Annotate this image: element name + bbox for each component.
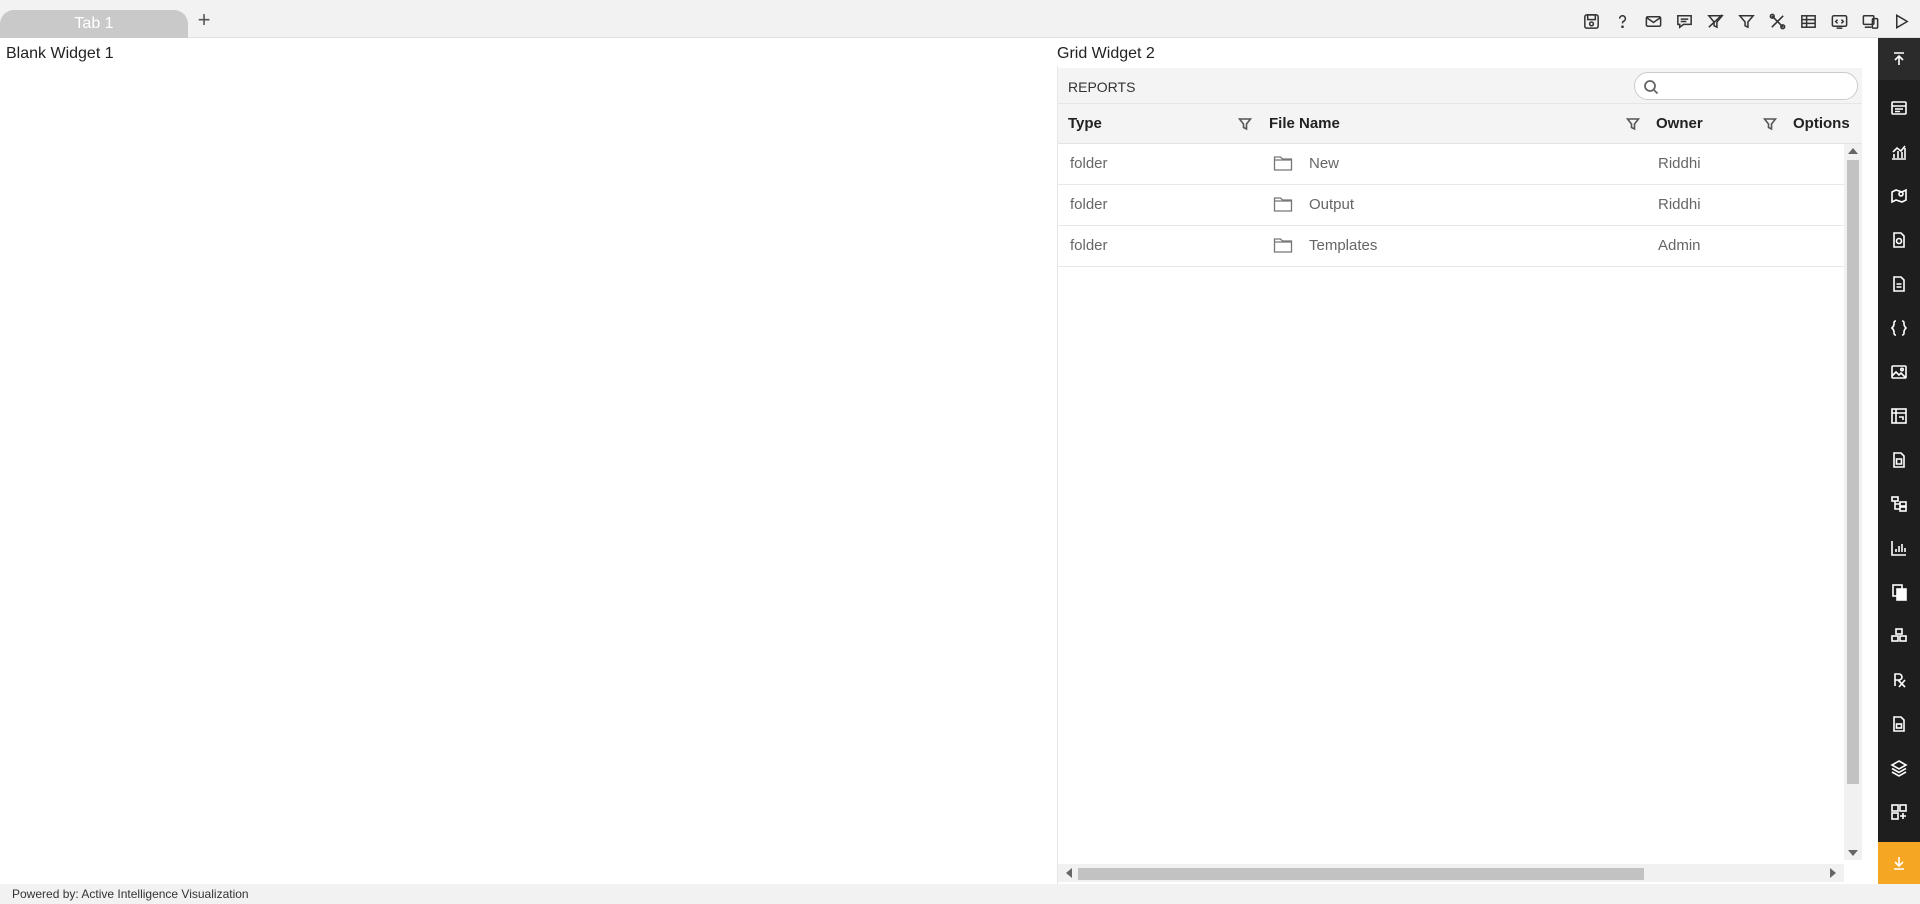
scroll-thumb[interactable] <box>1847 160 1859 784</box>
cell-type: folder <box>1070 155 1108 172</box>
footer: Powered by: Active Intelligence Visualiz… <box>0 884 1920 904</box>
tab-1[interactable]: Tab 1 <box>0 10 188 38</box>
copy-icon[interactable] <box>1878 574 1920 610</box>
download-icon[interactable] <box>1878 842 1920 884</box>
add-tab-button[interactable]: + <box>193 9 215 31</box>
column-header-type[interactable]: Type <box>1068 115 1102 132</box>
filter-icon[interactable] <box>1237 117 1253 131</box>
filter-icon[interactable] <box>1625 117 1641 131</box>
filter-icon[interactable] <box>1762 117 1778 131</box>
cubes-icon[interactable] <box>1878 618 1920 654</box>
image-icon[interactable] <box>1878 354 1920 390</box>
cell-owner: Admin <box>1658 237 1701 254</box>
table-icon[interactable] <box>1797 10 1819 32</box>
help-icon[interactable] <box>1611 10 1633 32</box>
cell-type: folder <box>1070 196 1108 213</box>
footer-text: Powered by: Active Intelligence Visualiz… <box>12 887 249 901</box>
top-bar: Tab 1 + <box>0 0 1920 38</box>
cell-file-name[interactable]: New <box>1309 155 1339 172</box>
column-header-options: Options <box>1793 115 1850 132</box>
column-header-owner[interactable]: Owner <box>1656 115 1703 132</box>
column-header-row: Type File Name Owner Options <box>1058 104 1862 144</box>
column-header-file-name[interactable]: File Name <box>1269 115 1340 132</box>
scroll-thumb[interactable] <box>1078 868 1644 880</box>
folder-icon <box>1273 195 1293 213</box>
table-row[interactable]: folder New Riddhi <box>1058 144 1844 185</box>
email-icon[interactable] <box>1642 10 1664 32</box>
grid-widget-title: Grid Widget 2 <box>1057 45 1155 62</box>
bar-chart-icon[interactable] <box>1878 530 1920 566</box>
search-box[interactable] <box>1634 72 1858 100</box>
cell-file-name[interactable]: Output <box>1309 196 1354 213</box>
table-widget-icon[interactable] <box>1878 90 1920 126</box>
collapse-up-icon[interactable] <box>1878 38 1920 80</box>
vertical-scrollbar[interactable] <box>1844 144 1862 860</box>
cell-owner: Riddhi <box>1658 155 1701 172</box>
file-icon[interactable] <box>1878 442 1920 478</box>
play-icon[interactable] <box>1890 10 1912 32</box>
cell-file-name[interactable]: Templates <box>1309 237 1377 254</box>
comment-icon[interactable] <box>1673 10 1695 32</box>
clear-filter-icon[interactable] <box>1704 10 1726 32</box>
layers-icon[interactable] <box>1878 750 1920 786</box>
cell-type: folder <box>1070 237 1108 254</box>
pivot-icon[interactable] <box>1878 398 1920 434</box>
scroll-left-arrow[interactable] <box>1066 868 1072 878</box>
tree-icon[interactable] <box>1878 486 1920 522</box>
toolbar <box>1580 10 1912 34</box>
reports-grid: REPORTS Type File Name Owner Options fol… <box>1058 68 1862 884</box>
filter-icon[interactable] <box>1735 10 1757 32</box>
document-icon[interactable] <box>1878 266 1920 302</box>
scroll-right-arrow[interactable] <box>1830 868 1836 878</box>
devices-icon[interactable] <box>1859 10 1881 32</box>
search-input[interactable] <box>1665 77 1845 95</box>
formula-icon[interactable] <box>1878 662 1920 698</box>
search-icon <box>1644 80 1659 95</box>
save-icon[interactable] <box>1580 10 1602 32</box>
code-icon[interactable] <box>1878 310 1920 346</box>
table-row[interactable]: folder Templates Admin <box>1058 226 1844 267</box>
grid-caption: REPORTS <box>1068 79 1136 95</box>
add-widget-icon[interactable] <box>1878 794 1920 830</box>
table-row[interactable]: folder Output Riddhi <box>1058 185 1844 226</box>
folder-icon <box>1273 154 1293 172</box>
blank-widget-title: Blank Widget 1 <box>6 45 114 62</box>
report-icon[interactable] <box>1878 222 1920 258</box>
tools-icon[interactable] <box>1766 10 1788 32</box>
grid-rows: folder New Riddhi folder Output Riddhi f… <box>1058 144 1844 267</box>
embed-icon[interactable] <box>1828 10 1850 32</box>
scroll-up-arrow[interactable] <box>1848 148 1858 154</box>
map-icon[interactable] <box>1878 178 1920 214</box>
form-icon[interactable] <box>1878 706 1920 742</box>
cell-owner: Riddhi <box>1658 196 1701 213</box>
grid-toolbar: REPORTS <box>1058 68 1862 104</box>
widget-sidebar <box>1878 38 1920 884</box>
folder-icon <box>1273 236 1293 254</box>
horizontal-scrollbar[interactable] <box>1058 864 1844 882</box>
scroll-down-arrow[interactable] <box>1848 850 1858 856</box>
chart-icon[interactable] <box>1878 134 1920 170</box>
